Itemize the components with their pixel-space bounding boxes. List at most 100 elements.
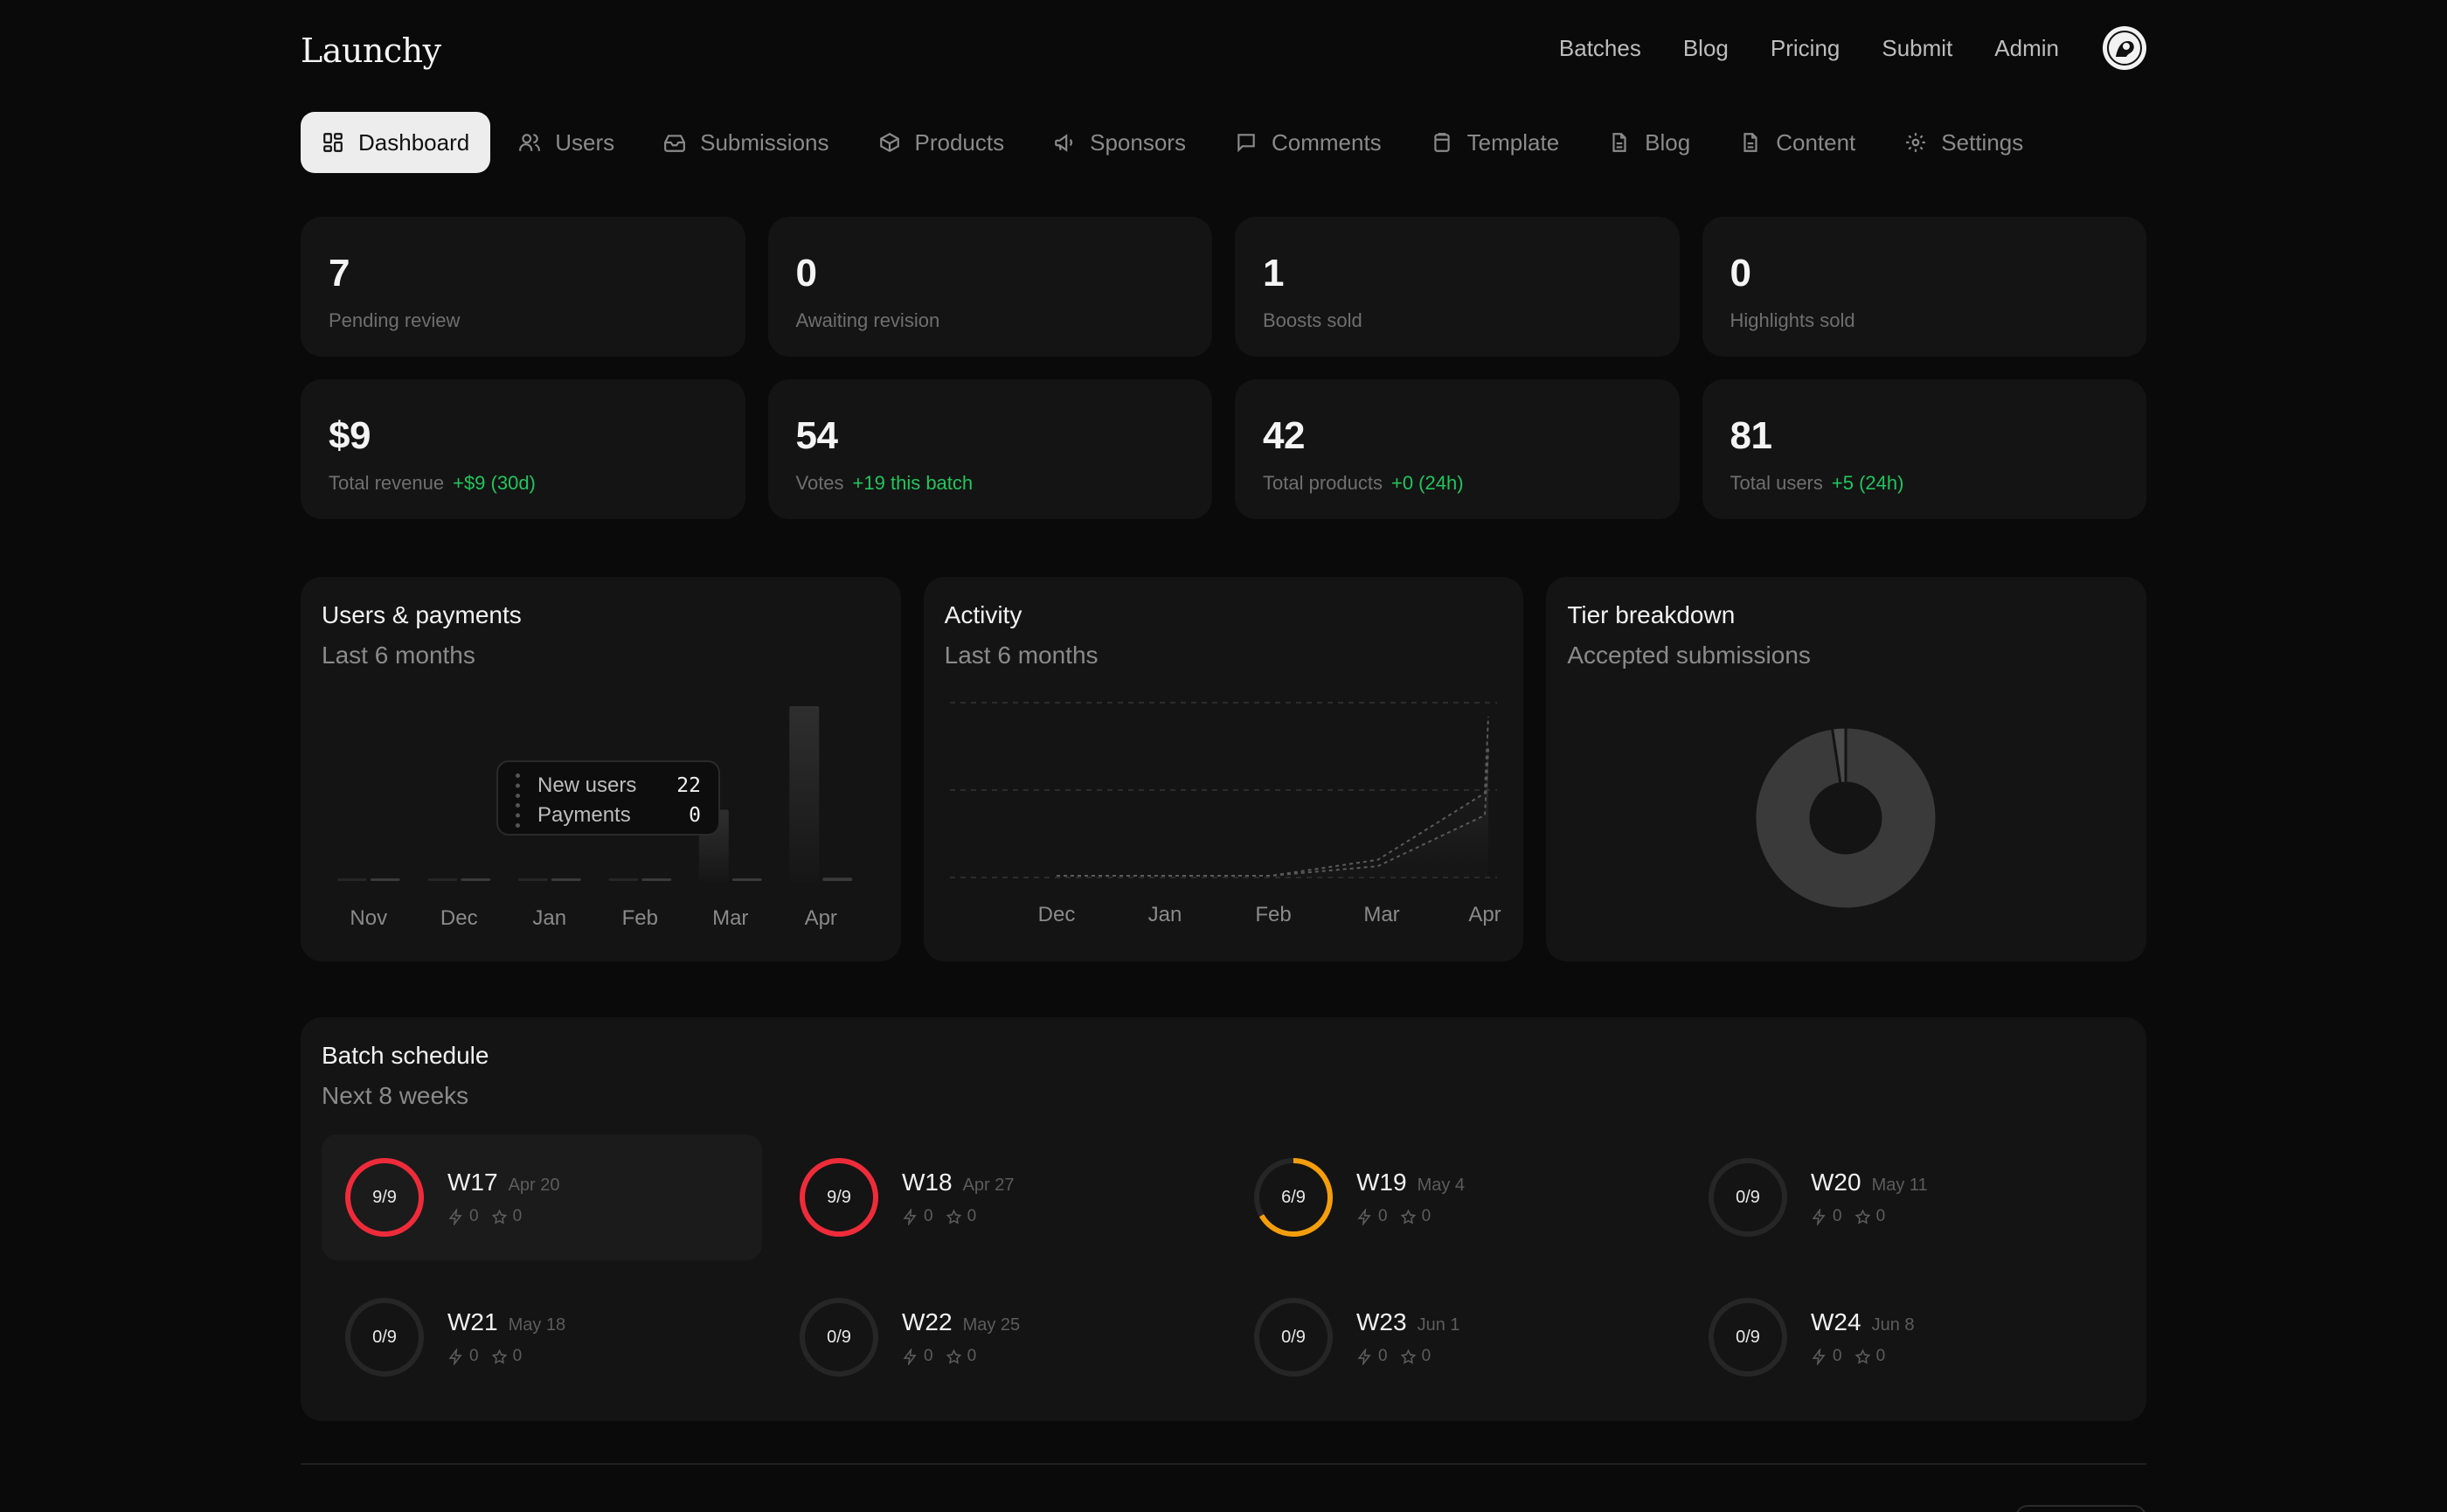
capacity-ring: 0/9 xyxy=(1706,1155,1790,1239)
tier-breakdown-panel: Tier breakdown Accepted submissions xyxy=(1546,577,2146,961)
highlights-count: 0 xyxy=(491,1207,522,1226)
week-card-w20[interactable]: 0/9 W20 May 11 0 0 xyxy=(1685,1134,2125,1260)
stat-grid: 7 Pending review 0 Awaiting revision 1 B… xyxy=(301,217,2146,519)
user-avatar-icon xyxy=(2107,31,2142,66)
week-card-w19[interactable]: 6/9 W19 May 4 0 0 xyxy=(1230,1134,1671,1260)
nav-submit[interactable]: Submit xyxy=(1882,35,1952,62)
boosts-count: 0 xyxy=(447,1207,479,1226)
top-nav: Batches Blog Pricing Submit Admin xyxy=(1559,26,2146,70)
tab-submissions[interactable]: Submissions xyxy=(642,112,849,173)
panel-subtitle: Next 8 weeks xyxy=(322,1082,469,1109)
nav-admin[interactable]: Admin xyxy=(1994,35,2059,62)
document-icon xyxy=(1743,133,1757,152)
inbox-icon xyxy=(664,135,686,152)
week-card-w21[interactable]: 0/9 W21 May 18 0 0 xyxy=(322,1274,762,1400)
week-heading: W19 May 4 xyxy=(1356,1169,1465,1196)
gear-icon xyxy=(1906,133,1926,152)
boosts-count: 0 xyxy=(1811,1347,1842,1366)
tab-sponsors[interactable]: Sponsors xyxy=(1032,112,1207,173)
boosts-value: 0 xyxy=(469,1207,479,1225)
week-card-w24[interactable]: 0/9 W24 Jun 8 0 0 xyxy=(1685,1274,2125,1400)
boosts-count: 0 xyxy=(1811,1207,1842,1226)
capacity-label: 0/9 xyxy=(372,1327,397,1347)
tooltip-label: New users xyxy=(537,773,637,797)
bolt-icon xyxy=(1812,1348,1826,1365)
bar-payments-dec xyxy=(461,878,491,881)
avatar[interactable] xyxy=(2103,26,2146,70)
tab-blog[interactable]: Blog xyxy=(1587,112,1711,173)
bar-new-users-jan xyxy=(517,878,548,881)
capacity-ring: 9/9 xyxy=(797,1155,881,1239)
tab-label: Users xyxy=(555,128,615,156)
stat-label: Votes +19 this batch xyxy=(796,472,1185,495)
tab-label: Template xyxy=(1466,128,1560,156)
tab-comments[interactable]: Comments xyxy=(1214,112,1403,173)
week-code: W20 xyxy=(1811,1169,1861,1196)
stat-label: Total revenue +$9 (30d) xyxy=(329,472,717,495)
week-heading: W20 May 11 xyxy=(1811,1169,1928,1196)
week-heading: W17 Apr 20 xyxy=(447,1169,560,1196)
boosts-count: 0 xyxy=(902,1207,933,1226)
stat-label: Total products +0 (24h) xyxy=(1263,472,1652,495)
week-card-w17[interactable]: 9/9 W17 Apr 20 0 0 xyxy=(322,1134,762,1260)
stat-label-text: Total products xyxy=(1263,472,1383,494)
stat-label: Total users +5 (24h) xyxy=(1730,472,2119,495)
nav-blog[interactable]: Blog xyxy=(1683,35,1729,62)
tab-template[interactable]: Template xyxy=(1410,112,1581,173)
boosts-value: 0 xyxy=(1378,1347,1388,1365)
stat-label-text: Pending review xyxy=(329,309,461,331)
star-icon xyxy=(491,1209,507,1224)
tab-label: Blog xyxy=(1645,128,1691,156)
tab-content[interactable]: Content xyxy=(1718,112,1876,173)
tab-products[interactable]: Products xyxy=(857,112,1026,173)
week-date: May 11 xyxy=(1871,1176,1928,1195)
nav-batches[interactable]: Batches xyxy=(1559,35,1641,62)
highlights-value: 0 xyxy=(1875,1347,1886,1365)
week-code: W21 xyxy=(447,1308,498,1335)
week-meta: 0 0 xyxy=(902,1347,1020,1366)
highlights-count: 0 xyxy=(1400,1347,1431,1366)
activity-chart[interactable]: Dec Jan Feb Mar Apr xyxy=(924,577,1523,961)
logo[interactable]: Launchy xyxy=(301,31,441,70)
stat-delta: +0 (24h) xyxy=(1390,472,1464,494)
comment-icon xyxy=(1237,134,1255,153)
bar-new-users-nov xyxy=(336,878,367,881)
capacity-label: 6/9 xyxy=(1281,1187,1306,1207)
week-meta: 0 0 xyxy=(447,1347,565,1366)
tooltip-row-new-users: New users 22 xyxy=(516,771,701,801)
star-icon xyxy=(491,1349,507,1364)
boosts-count: 0 xyxy=(902,1347,933,1366)
stat-awaiting-revision: 0 Awaiting revision xyxy=(767,217,1212,357)
week-card-w22[interactable]: 0/9 W22 May 25 0 0 xyxy=(776,1274,1217,1400)
stat-label-text: Awaiting revision xyxy=(795,309,940,331)
week-heading: W24 Jun 8 xyxy=(1811,1308,1915,1336)
capacity-ring: 9/9 xyxy=(343,1155,426,1239)
tab-label: Products xyxy=(914,128,1005,156)
week-code: W19 xyxy=(1356,1169,1407,1196)
highlights-value: 0 xyxy=(967,1207,977,1225)
boosts-value: 0 xyxy=(1833,1207,1842,1225)
bolt-icon xyxy=(448,1348,462,1365)
capacity-ring: 0/9 xyxy=(1251,1295,1335,1379)
clipboard-icon xyxy=(1434,133,1450,152)
panel-subtitle: Last 6 months xyxy=(322,642,475,669)
chart-tooltip: New users 22 Payments 0 xyxy=(496,760,720,836)
nav-pricing[interactable]: Pricing xyxy=(1771,35,1840,62)
stat-delta: +19 this batch xyxy=(852,472,974,494)
tab-settings[interactable]: Settings xyxy=(1883,112,2044,173)
users-payments-panel: Nov Dec Jan Feb Mar Apr Users & payments Last… xyxy=(301,577,901,961)
capacity-ring: 0/9 xyxy=(343,1295,426,1379)
week-heading: W18 Apr 27 xyxy=(902,1169,1015,1196)
panel-title: Users & payments xyxy=(322,601,522,628)
x-tick-label: Nov xyxy=(350,906,387,930)
week-card-w18[interactable]: 9/9 W18 Apr 27 0 0 xyxy=(776,1134,1217,1260)
bolt-icon xyxy=(448,1208,462,1225)
highlights-count: 0 xyxy=(946,1207,977,1226)
week-meta: 0 0 xyxy=(1356,1207,1465,1226)
footer-control[interactable] xyxy=(2015,1505,2146,1512)
week-card-w23[interactable]: 0/9 W23 Jun 1 0 0 xyxy=(1230,1274,1671,1400)
tab-users[interactable]: Users xyxy=(497,112,635,173)
bolt-icon xyxy=(1357,1348,1371,1365)
tab-dashboard[interactable]: Dashboard xyxy=(301,112,491,173)
tier-breakdown-chart[interactable] xyxy=(1546,577,2145,961)
